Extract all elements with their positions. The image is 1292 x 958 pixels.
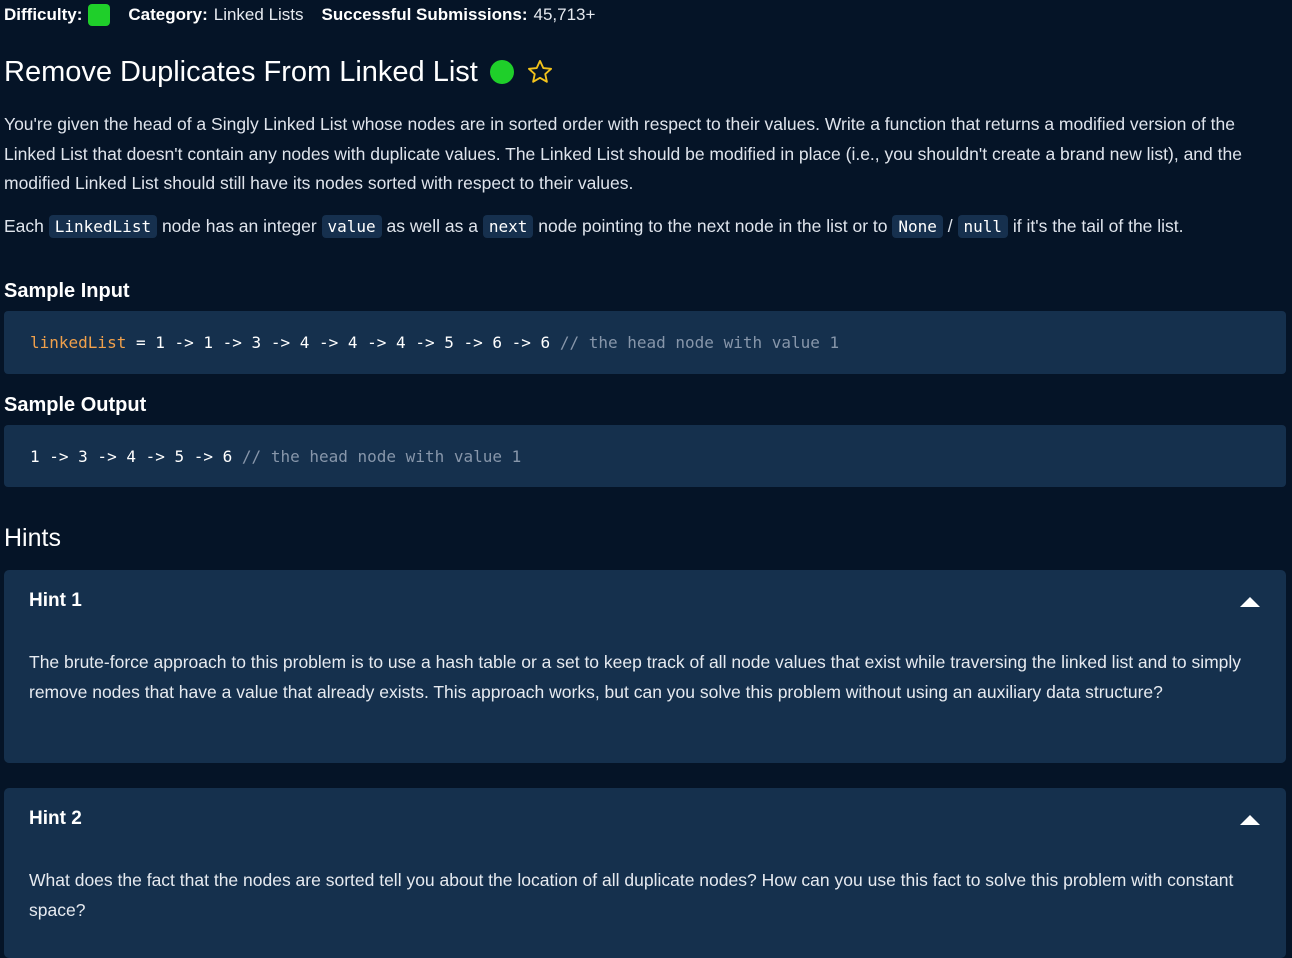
code-none: None bbox=[892, 215, 943, 238]
node-desc-text: Each bbox=[4, 216, 49, 236]
category-value: Linked Lists bbox=[213, 5, 304, 24]
node-description: Each LinkedList node has an integer valu… bbox=[4, 211, 1288, 242]
code-expression: 1 -> 3 -> 4 -> 5 -> 6 bbox=[30, 446, 242, 466]
code-variable: linkedList bbox=[30, 333, 127, 352]
hint-card-1: Hint 1 The brute-force approach to this … bbox=[4, 570, 1286, 763]
code-next: next bbox=[482, 215, 534, 238]
hint-2-header[interactable]: Hint 2 bbox=[29, 808, 82, 830]
hint-card-2: Hint 2 What does the fact that the nodes… bbox=[4, 788, 1286, 958]
star-outline-icon[interactable] bbox=[526, 58, 554, 86]
category-label: Category: bbox=[128, 5, 208, 24]
hint-1-header[interactable]: Hint 1 bbox=[29, 590, 82, 612]
code-comment: // the head node with value 1 bbox=[241, 446, 522, 466]
sample-input-heading: Sample Input bbox=[4, 280, 130, 302]
completion-status-dot bbox=[489, 60, 514, 84]
problem-meta-bar: Difficulty: Category: Linked Lists Succe… bbox=[4, 2, 595, 28]
code-comment: // the head node with value 1 bbox=[559, 333, 840, 352]
sample-input-code: linkedList = 1 -> 1 -> 3 -> 4 -> 4 -> 4 … bbox=[4, 311, 1286, 374]
difficulty-label: Difficulty: bbox=[4, 5, 83, 24]
problem-title: Remove Duplicates From Linked List bbox=[4, 55, 478, 88]
title-row: Remove Duplicates From Linked List bbox=[4, 52, 554, 92]
submissions-value: 45,713+ bbox=[533, 5, 596, 24]
code-value: value bbox=[321, 215, 382, 238]
code-expression: = 1 -> 1 -> 3 -> 4 -> 4 -> 4 -> 5 -> 6 -… bbox=[126, 333, 560, 352]
sample-output-heading: Sample Output bbox=[4, 394, 147, 416]
node-desc-text: / bbox=[942, 216, 958, 236]
code-linkedlist: LinkedList bbox=[48, 215, 158, 238]
node-desc-text: if it's the tail of the list. bbox=[1008, 216, 1184, 236]
collapse-caret-icon[interactable] bbox=[1240, 815, 1260, 825]
submissions-label: Successful Submissions: bbox=[321, 5, 528, 24]
difficulty-badge bbox=[88, 4, 111, 26]
code-null: null bbox=[957, 215, 1009, 238]
hints-title: Hints bbox=[4, 524, 61, 552]
node-desc-text: node has an integer bbox=[157, 216, 322, 236]
problem-description: You're given the head of a Singly Linked… bbox=[4, 114, 1242, 193]
hint-2-text: What does the fact that the nodes are so… bbox=[29, 870, 1234, 920]
sample-output-code: 1 -> 3 -> 4 -> 5 -> 6 // the head node w… bbox=[4, 425, 1286, 487]
collapse-caret-icon[interactable] bbox=[1240, 597, 1260, 607]
node-desc-text: as well as a bbox=[381, 216, 483, 236]
hint-1-text: The brute-force approach to this problem… bbox=[29, 652, 1242, 702]
node-desc-text: node pointing to the next node in the li… bbox=[533, 216, 893, 236]
